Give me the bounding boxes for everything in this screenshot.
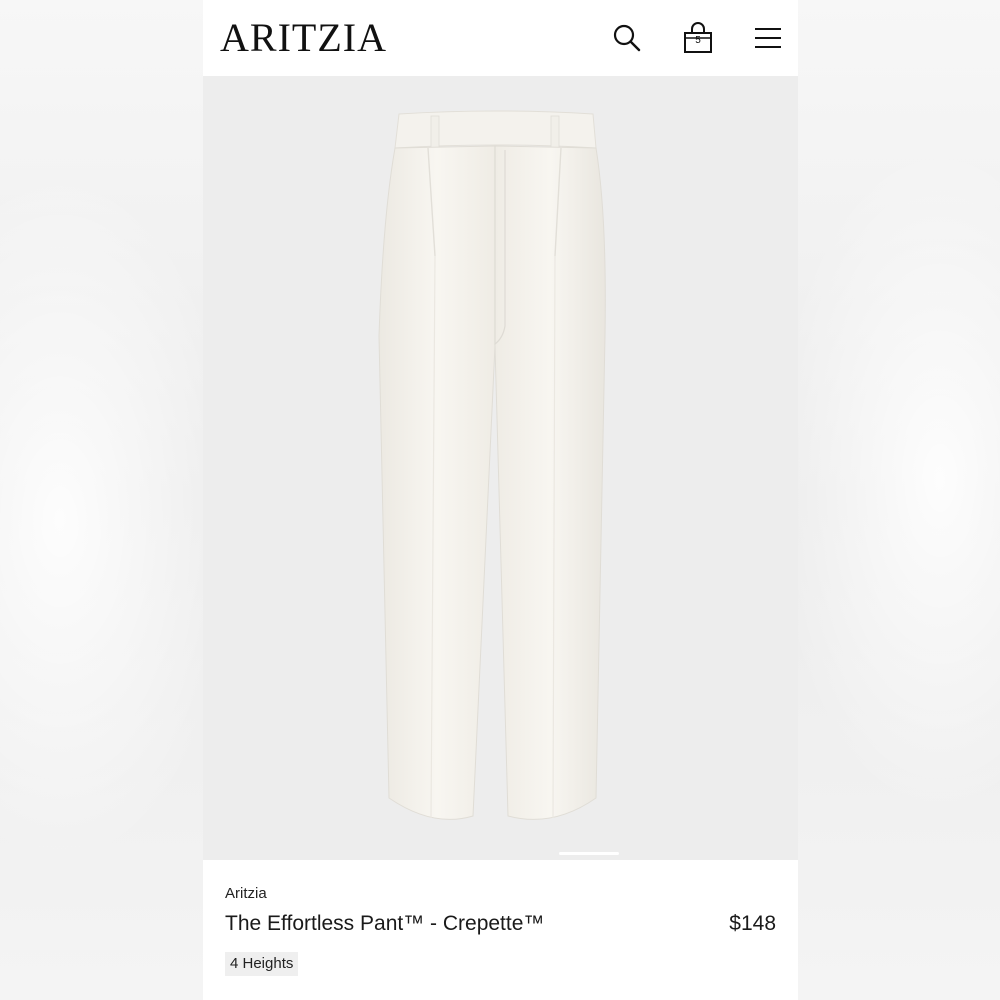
heights-badge[interactable]: 4 Heights: [225, 952, 299, 976]
product-price: $148: [729, 912, 776, 935]
product-card-screen: ARITZIA 5 Aritzia The Effortless Pant™ -…: [203, 0, 798, 1000]
hamburger-menu-icon: [755, 28, 781, 48]
product-image[interactable]: [203, 76, 798, 860]
shopping-bag-button[interactable]: 5: [680, 18, 716, 58]
product-brand: Aritzia: [225, 885, 267, 902]
bag-item-count: 5: [695, 35, 701, 46]
trousers-image: [378, 110, 606, 820]
product-info: Aritzia The Effortless Pant™ - Crepette™…: [203, 860, 798, 1000]
product-name[interactable]: The Effortless Pant™ - Crepette™: [225, 912, 544, 936]
search-button[interactable]: [609, 18, 645, 58]
menu-button[interactable]: [750, 18, 786, 58]
search-icon: [613, 24, 641, 52]
aritzia-logo[interactable]: ARITZIA: [220, 14, 387, 62]
top-nav: ARITZIA 5: [203, 0, 798, 76]
carousel-indicator: [559, 852, 619, 855]
